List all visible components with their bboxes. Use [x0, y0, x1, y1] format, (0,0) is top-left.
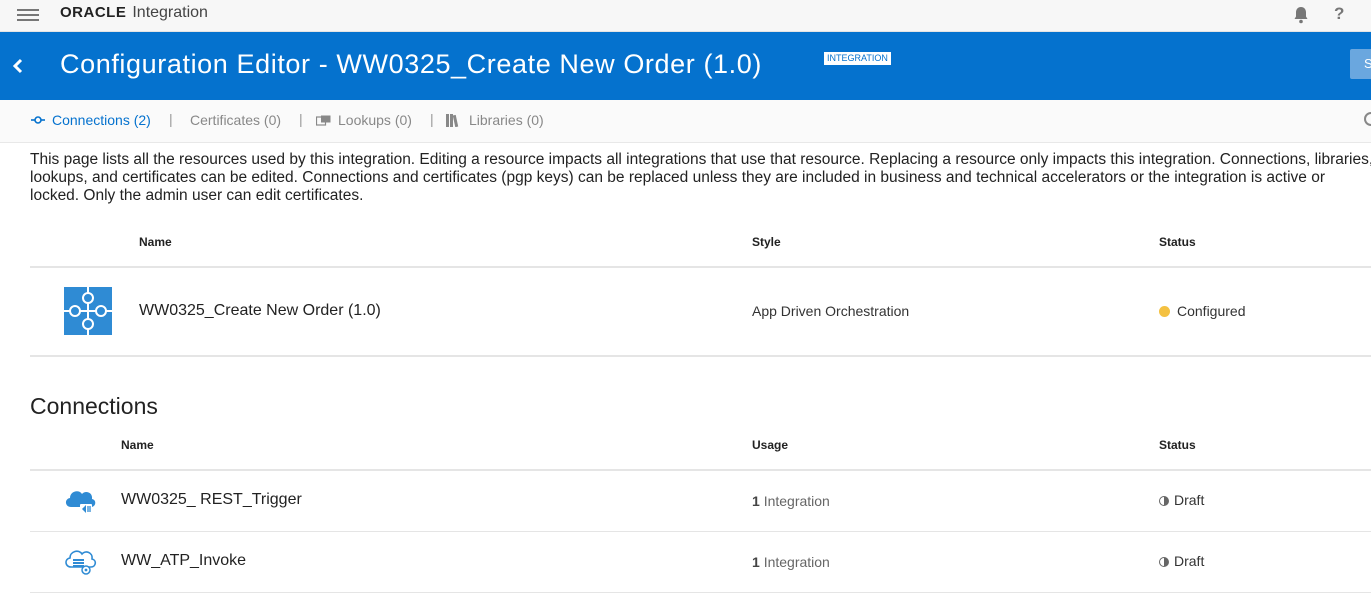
tab-lookups[interactable]: Lookups (0)	[316, 112, 412, 128]
brand-oracle: ORACLE	[60, 4, 127, 21]
libraries-icon	[446, 113, 459, 127]
database-cloud-icon	[65, 550, 97, 575]
tab-certificates[interactable]: Certificates (0)	[190, 112, 281, 128]
hamburger-menu-icon[interactable]	[17, 6, 39, 24]
tab-separator: |	[299, 111, 303, 127]
column-header-name[interactable]: Name	[139, 235, 172, 249]
connections-section-title: Connections	[30, 393, 158, 419]
usage-label: Integration	[763, 493, 830, 509]
page-description: This page lists all the resources used b…	[30, 151, 1371, 204]
draft-status-icon	[1159, 496, 1169, 506]
status-label: Draft	[1174, 492, 1205, 508]
connection-name[interactable]: WW_ATP_Invoke	[121, 552, 246, 570]
resource-tabs: Connections (2) | Certificates (0) | Loo…	[0, 100, 1371, 143]
integration-name[interactable]: WW0325_Create New Order (1.0)	[139, 302, 381, 320]
draft-status-icon	[1159, 557, 1169, 567]
notifications-bell-icon[interactable]	[1291, 5, 1311, 25]
status-label: Draft	[1174, 553, 1205, 569]
table-divider	[30, 355, 1371, 357]
column-header-status[interactable]: Status	[1159, 235, 1196, 249]
puzzle-icon	[64, 287, 112, 335]
usage-label: Integration	[763, 554, 830, 570]
usage-count: 1	[752, 554, 760, 570]
tab-separator: |	[169, 111, 173, 127]
connection-status: Draft	[1159, 553, 1204, 569]
usage-count: 1	[752, 493, 760, 509]
tab-libraries-label: Libraries (0)	[469, 112, 544, 128]
back-chevron-icon[interactable]	[8, 54, 28, 78]
status-label: Configured	[1177, 303, 1246, 319]
page-title: Configuration Editor - WW0325_Create New…	[60, 49, 762, 79]
search-icon[interactable]	[1364, 112, 1371, 126]
table-divider	[30, 469, 1371, 471]
tab-certificates-label: Certificates (0)	[190, 112, 282, 128]
lookups-icon	[316, 115, 331, 126]
tab-lookups-label: Lookups (0)	[338, 112, 412, 128]
column-header-usage[interactable]: Usage	[752, 438, 788, 452]
table-divider	[30, 531, 1371, 532]
table-divider	[30, 592, 1371, 593]
connection-usage[interactable]: 1 Integration	[752, 554, 830, 570]
column-header-style[interactable]: Style	[752, 235, 781, 249]
configured-status-dot-icon	[1159, 306, 1170, 317]
brand-logo: ORACLE Integration	[60, 4, 208, 22]
tab-separator: |	[430, 111, 434, 127]
help-icon[interactable]: ?	[1334, 4, 1344, 24]
connection-usage[interactable]: 1 Integration	[752, 493, 830, 509]
integration-style: App Driven Orchestration	[752, 303, 910, 319]
integration-status: Configured	[1159, 303, 1246, 319]
tab-connections-label: Connections (2)	[52, 112, 151, 128]
page-header: Configuration Editor - WW0325_Create New…	[0, 32, 1371, 100]
tab-connections[interactable]: Connections (2)	[31, 112, 151, 128]
save-button[interactable]: S	[1350, 49, 1371, 79]
column-header-status[interactable]: Status	[1159, 438, 1196, 452]
top-bar: ORACLE Integration ?	[0, 0, 1371, 32]
rest-cloud-icon	[65, 491, 96, 513]
column-header-name[interactable]: Name	[121, 438, 154, 452]
connection-name[interactable]: WW0325_ REST_Trigger	[121, 491, 302, 509]
connection-status: Draft	[1159, 492, 1204, 508]
tab-libraries[interactable]: Libraries (0)	[446, 112, 544, 128]
connections-icon	[31, 116, 45, 124]
integration-badge: INTEGRATION	[824, 52, 891, 65]
table-divider	[30, 266, 1371, 268]
brand-product: Integration	[132, 4, 208, 21]
